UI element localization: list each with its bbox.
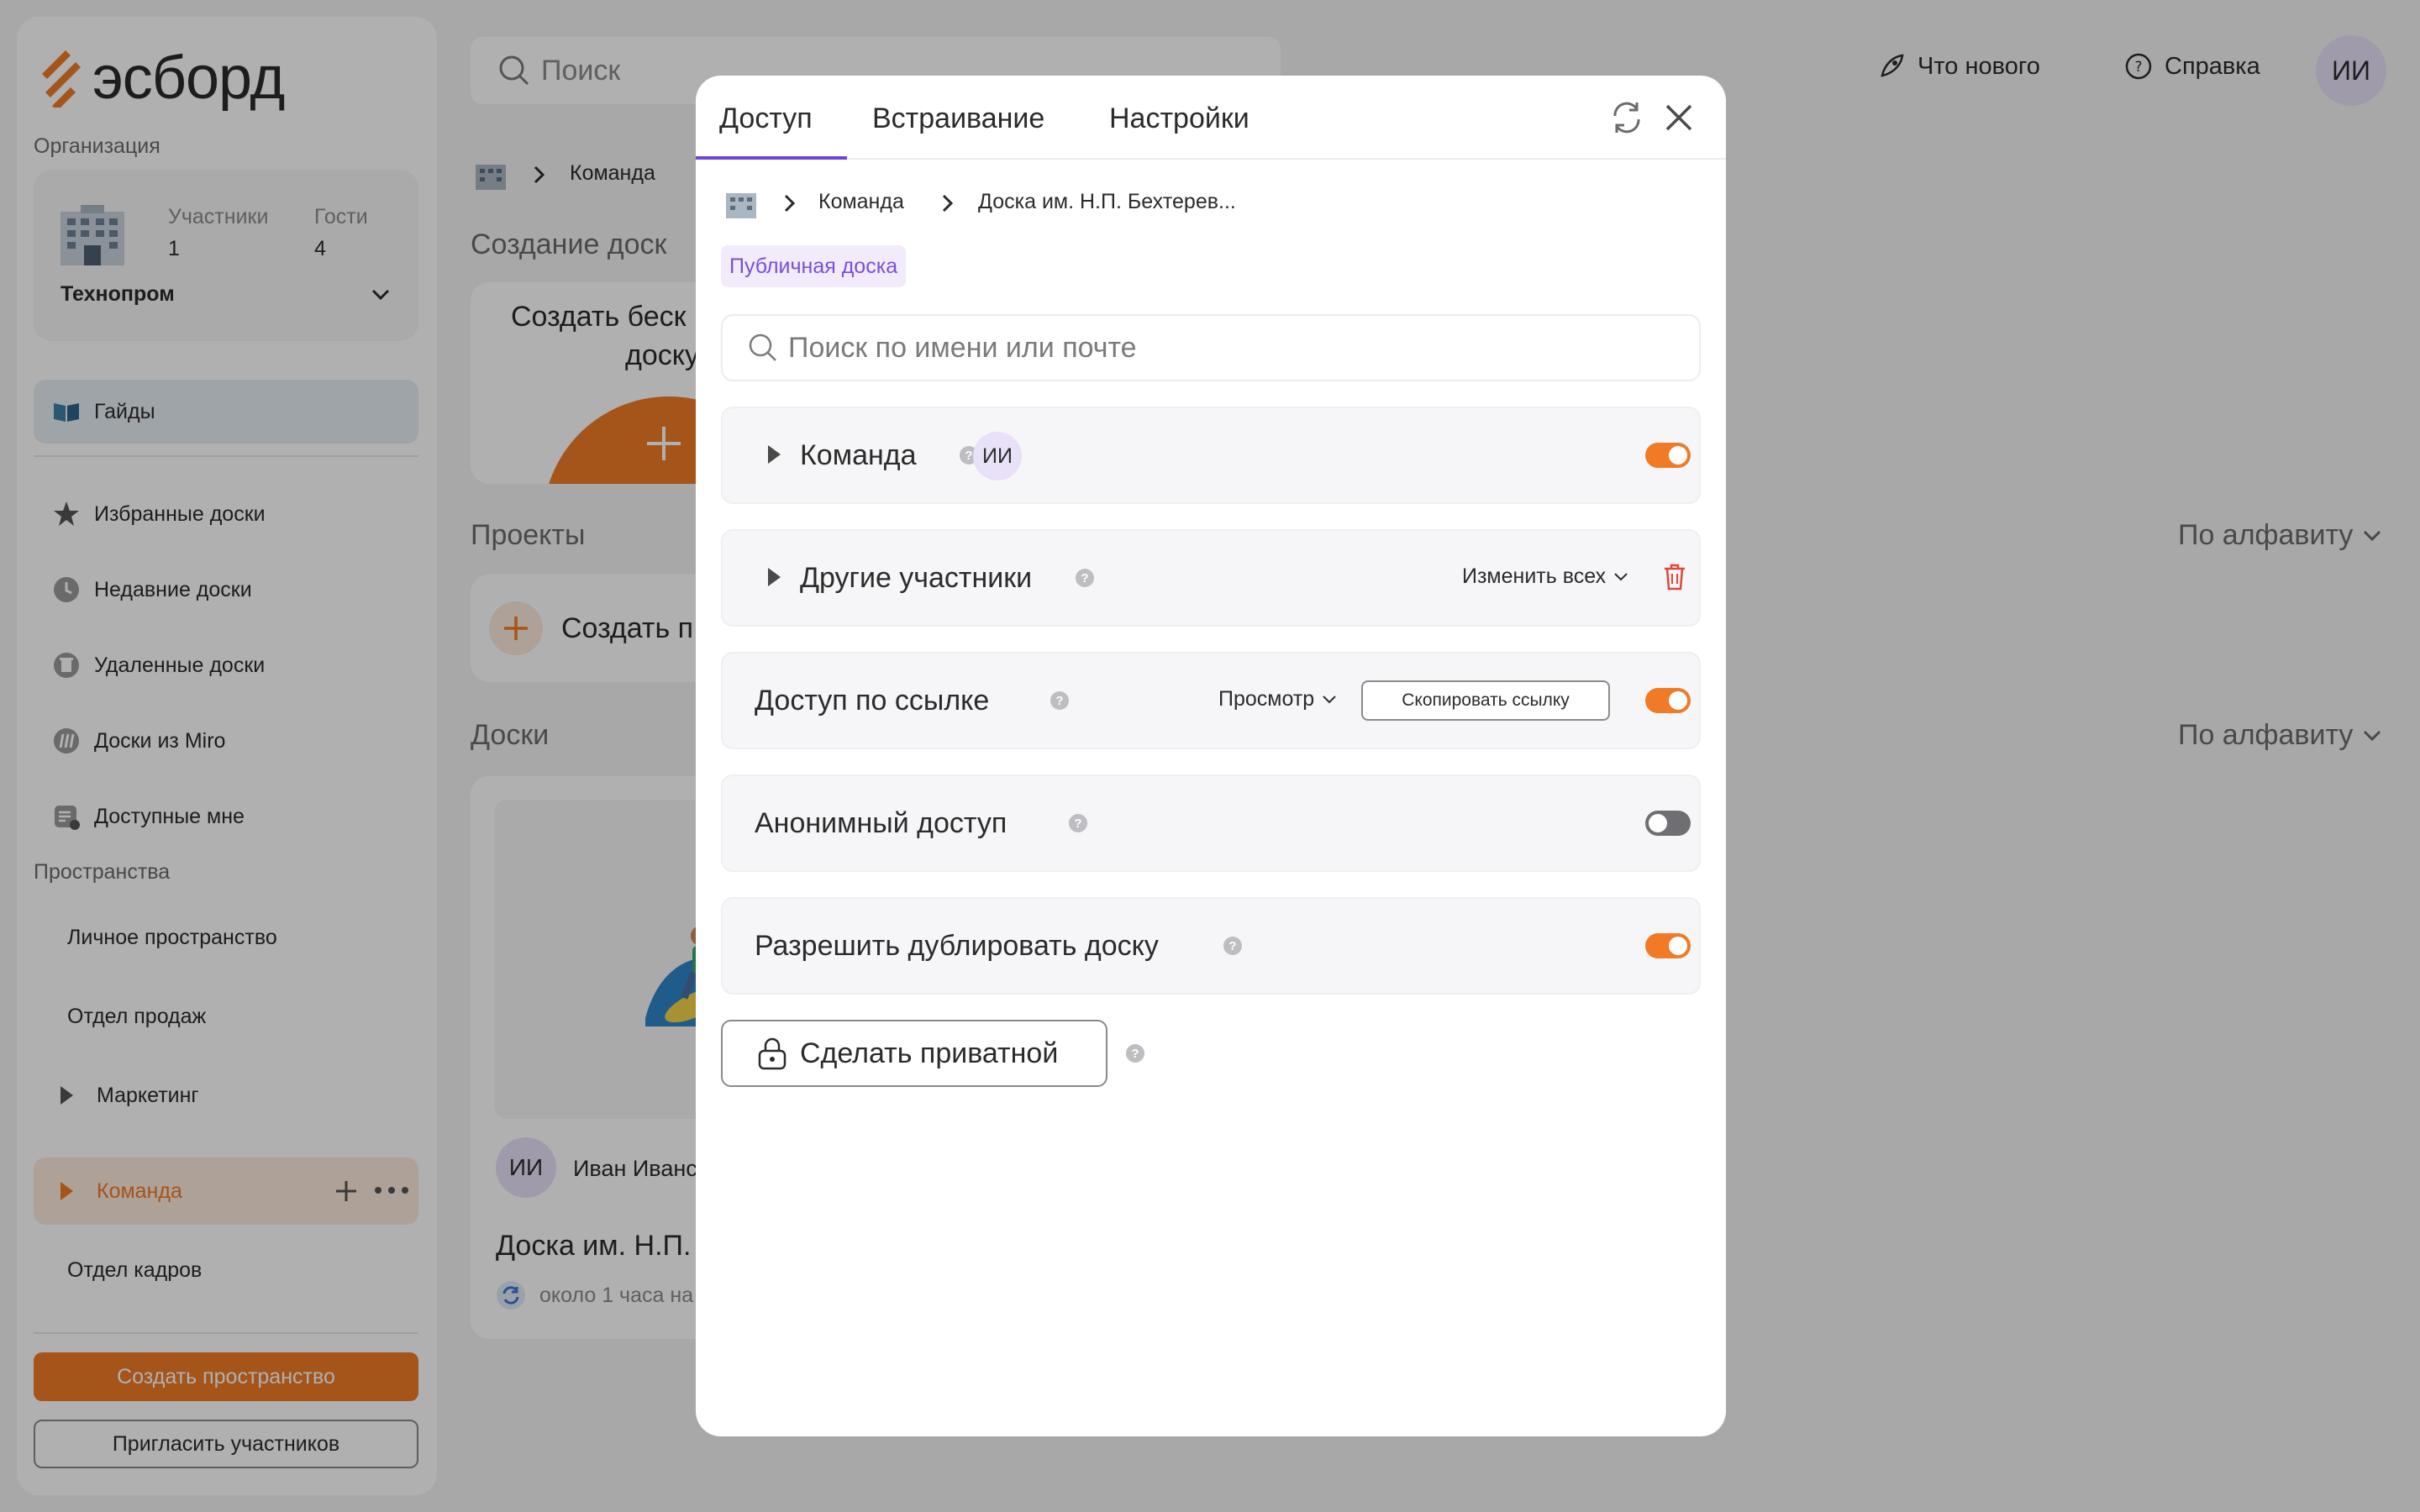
tab-embed[interactable]: Встраивание — [872, 102, 1044, 135]
link-access-card: Доступ по ссылке ? Просмотр Скопировать … — [721, 652, 1701, 749]
expand-triangle-icon[interactable] — [768, 445, 781, 464]
make-private-label: Сделать приватной — [800, 1037, 1059, 1069]
help-icon[interactable]: ? — [1223, 937, 1242, 955]
active-tab-indicator — [696, 156, 847, 160]
other-members-label: Другие участники — [800, 561, 1033, 594]
anonymous-access-label: Анонимный доступ — [755, 806, 1007, 839]
chevron-down-icon — [1614, 572, 1628, 580]
building-icon — [726, 193, 756, 218]
chevron-right-icon — [942, 194, 954, 213]
tabs-divider — [696, 158, 1726, 160]
link-access-label: Доступ по ссылке — [755, 684, 990, 717]
other-members-card: Другие участники ? Изменить всех — [721, 529, 1701, 627]
help-icon[interactable]: ? — [1126, 1044, 1144, 1063]
allow-duplicate-label: Разрешить дублировать доску — [755, 929, 1159, 962]
breadcrumb-board: Доска им. Н.П. Бехтерев... — [978, 190, 1236, 213]
make-private-button[interactable]: Сделать приватной — [721, 1020, 1107, 1087]
link-mode-label: Просмотр — [1218, 687, 1315, 711]
team-access-card: Команда ? ИИ — [721, 407, 1701, 504]
avatar: ИИ — [973, 432, 1022, 480]
copy-link-button[interactable]: Скопировать ссылку — [1361, 680, 1610, 721]
team-access-toggle[interactable] — [1645, 443, 1691, 468]
breadcrumb-space[interactable]: Команда — [818, 190, 904, 214]
link-access-toggle[interactable] — [1645, 688, 1691, 713]
help-icon[interactable]: ? — [1069, 814, 1087, 832]
anonymous-access-toggle[interactable] — [1645, 811, 1691, 836]
tab-settings[interactable]: Настройки — [1109, 102, 1249, 135]
share-modal: Доступ Встраивание Настройки Команда Дос… — [696, 76, 1726, 1436]
link-mode-dropdown[interactable]: Просмотр — [1218, 687, 1338, 711]
allow-duplicate-toggle[interactable] — [1645, 933, 1691, 958]
lock-icon — [758, 1037, 786, 1070]
trash-icon[interactable] — [1662, 563, 1687, 591]
refresh-icon[interactable] — [1608, 99, 1645, 136]
toggle-knob — [1649, 814, 1667, 832]
close-icon[interactable] — [1662, 101, 1696, 134]
toggle-knob — [1669, 937, 1687, 955]
tab-access[interactable]: Доступ — [719, 102, 813, 135]
change-all-label: Изменить всех — [1462, 564, 1607, 588]
allow-duplicate-card: Разрешить дублировать доску ? — [721, 897, 1701, 995]
team-label: Команда — [800, 438, 917, 471]
help-icon[interactable]: ? — [1050, 691, 1069, 710]
chevron-down-icon — [1323, 695, 1336, 703]
help-icon[interactable]: ? — [1076, 569, 1094, 587]
chevron-right-icon — [784, 194, 796, 213]
anonymous-access-card: Анонимный доступ ? — [721, 774, 1701, 872]
search-placeholder: Поиск по имени или почте — [788, 331, 1137, 364]
expand-triangle-icon[interactable] — [768, 568, 781, 586]
toggle-knob — [1669, 691, 1687, 710]
search-icon — [749, 333, 776, 361]
change-all-dropdown[interactable]: Изменить всех — [1462, 564, 1629, 589]
toggle-knob — [1669, 446, 1687, 465]
member-search-input[interactable]: Поиск по имени или почте — [721, 314, 1701, 381]
public-board-badge: Публичная доска — [721, 245, 907, 287]
